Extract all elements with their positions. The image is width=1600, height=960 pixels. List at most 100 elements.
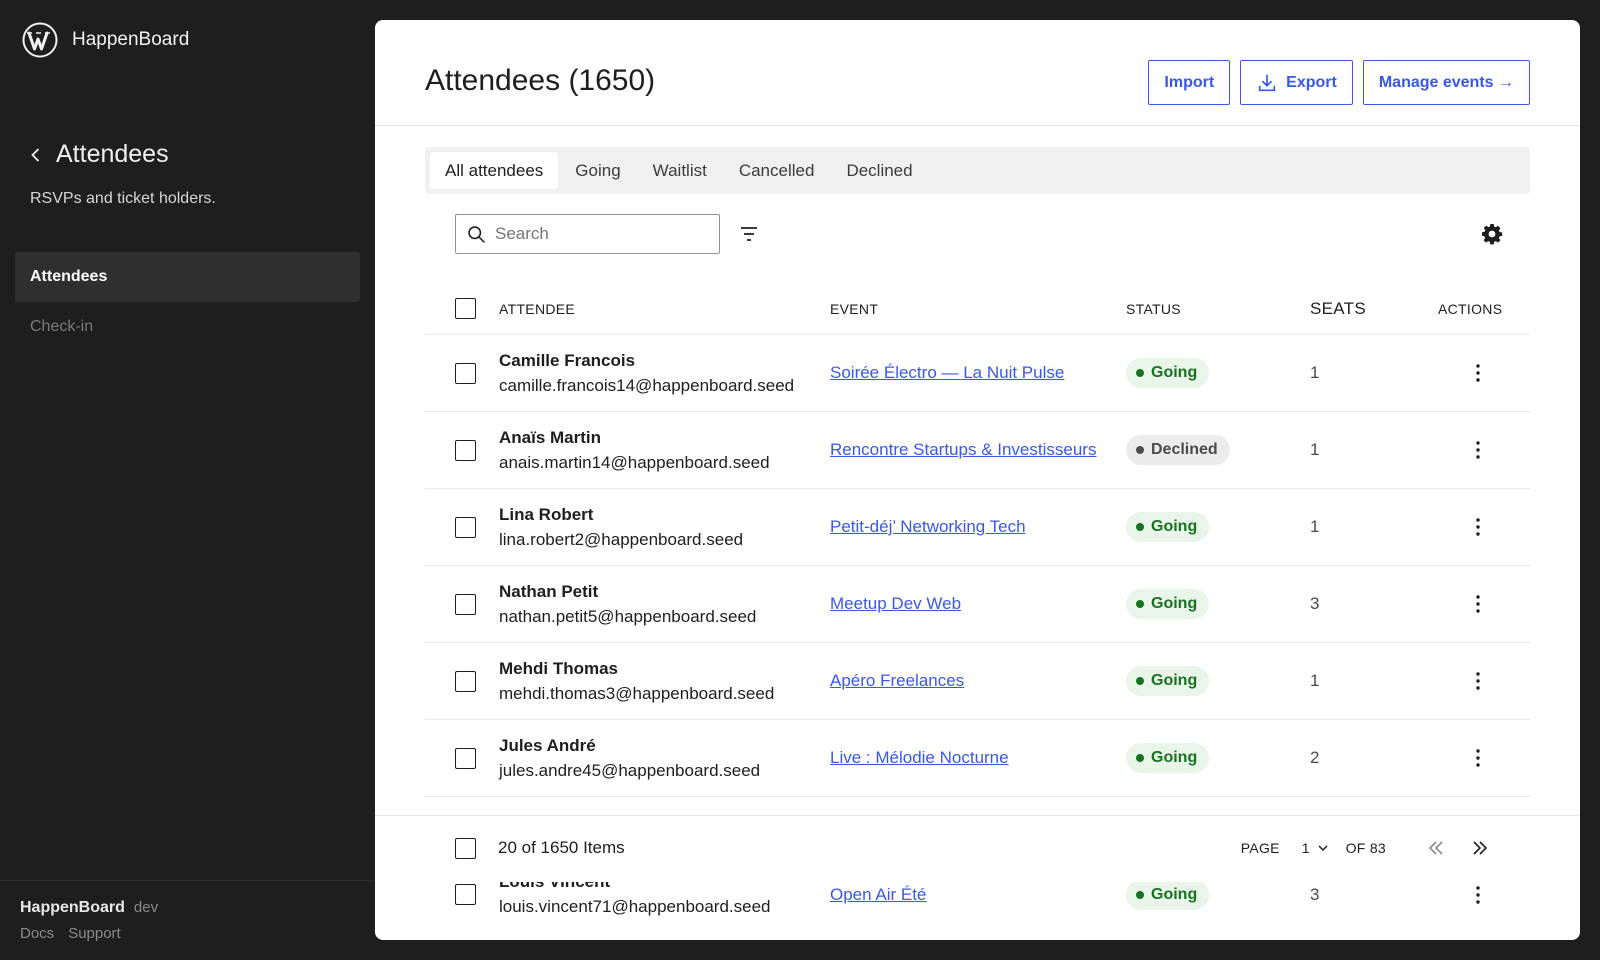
attendee-name: Mehdi Thomas: [499, 658, 619, 678]
brand-name: HappenBoard: [72, 29, 190, 50]
attendee-name: Anaïs Martin: [499, 427, 602, 447]
row-checkbox[interactable]: [455, 362, 476, 384]
footer-brand-name: HappenBoard: [20, 899, 125, 916]
row-checkbox[interactable]: [455, 670, 476, 692]
column-header-event[interactable]: EVENT: [830, 301, 1126, 317]
attendee-email: anais.martin14@happenboard.seed: [499, 452, 770, 472]
event-link[interactable]: Petit-déj’ Networking Tech: [830, 517, 1026, 536]
sidebar: HappenBoard Attendees RSVPs and ticket h…: [0, 0, 375, 960]
table-row: Anaïs Martin anais.martin14@happenboard.…: [425, 412, 1530, 489]
table-header: ATTENDEE EVENT STATUS SEATS ACTIONS: [425, 283, 1530, 335]
brand[interactable]: HappenBoard: [22, 22, 189, 58]
attendee-email: mehdi.thomas3@happenboard.seed: [499, 683, 775, 703]
attendees-table: ATTENDEE EVENT STATUS SEATS ACTIONS Cami…: [425, 283, 1530, 820]
table-row: Louis Vincent louis.vincent71@happenboar…: [425, 882, 1530, 933]
select-page-checkbox[interactable]: [455, 838, 476, 859]
status-dot-icon: [1136, 890, 1144, 899]
status-badge: Going: [1126, 743, 1210, 773]
event-link[interactable]: Meetup Dev Web: [830, 594, 961, 613]
status-cell: Going: [1126, 882, 1310, 910]
more-actions-icon[interactable]: [1466, 515, 1490, 539]
import-label: Import: [1164, 73, 1215, 91]
event-link[interactable]: Live : Mélodie Nocturne: [830, 748, 1009, 767]
wordpress-logo-icon: [22, 22, 58, 58]
tab-going[interactable]: Going: [560, 152, 635, 189]
import-button[interactable]: Import: [1148, 60, 1231, 105]
status-dot-icon: [1136, 446, 1144, 454]
back-button[interactable]: Attendees: [28, 140, 169, 169]
manage-events-button[interactable]: Manage events →: [1362, 60, 1530, 105]
status-dot-icon: [1136, 754, 1144, 762]
column-header-seats[interactable]: SEATS: [1310, 299, 1438, 319]
seats-cell: 1: [1310, 517, 1320, 536]
export-button[interactable]: Export: [1240, 60, 1353, 105]
tab-waitlist[interactable]: Waitlist: [638, 152, 722, 189]
column-header-attendee[interactable]: ATTENDEE: [499, 301, 830, 317]
page-select[interactable]: 1: [1302, 840, 1330, 856]
status-cell: Going: [1126, 743, 1310, 773]
status-badge: Going: [1126, 512, 1210, 542]
filter-icon[interactable]: [737, 222, 761, 246]
event-link[interactable]: Apéro Freelances: [830, 671, 964, 690]
status-badge: Going: [1126, 358, 1210, 388]
tab-cancelled[interactable]: Cancelled: [724, 152, 830, 189]
next-page-icon[interactable]: [1468, 836, 1492, 860]
page-header: Attendees (1650) Import Export Manage ev…: [375, 20, 1580, 126]
row-checkbox[interactable]: [455, 516, 476, 538]
event-link[interactable]: Rencontre Startups & Investisseurs: [830, 440, 1096, 459]
pagination-bar: 20 of 1650 Items PAGE 1 OF 83: [375, 815, 1580, 880]
tab-declined[interactable]: Declined: [831, 152, 927, 189]
export-label: Export: [1286, 73, 1337, 91]
more-actions-icon[interactable]: [1466, 746, 1490, 770]
select-all-checkbox[interactable]: [455, 298, 476, 319]
seats-cell: 1: [1310, 671, 1320, 690]
status-cell: Declined: [1126, 435, 1310, 465]
row-checkbox[interactable]: [455, 593, 476, 615]
items-count: 20 of 1650 Items: [498, 838, 625, 857]
event-cell: Meetup Dev Web: [830, 594, 1126, 614]
tab-all-attendees[interactable]: All attendees: [430, 152, 559, 189]
status-cell: Going: [1126, 589, 1310, 619]
attendee-name: Louis Vincent: [499, 882, 830, 892]
more-actions-icon[interactable]: [1466, 361, 1490, 385]
row-checkbox[interactable]: [455, 747, 476, 769]
attendee-cell: Louis Vincent louis.vincent71@happenboar…: [499, 882, 830, 917]
row-checkbox[interactable]: [455, 884, 476, 905]
more-actions-icon[interactable]: [1466, 883, 1490, 907]
event-cell: Rencontre Startups & Investisseurs: [830, 440, 1126, 460]
docs-link[interactable]: Docs: [20, 925, 54, 942]
first-page-icon[interactable]: [1424, 836, 1448, 860]
sidebar-item-check-in[interactable]: Check-in: [15, 302, 360, 352]
more-actions-icon[interactable]: [1466, 669, 1490, 693]
table-row: Mehdi Thomas mehdi.thomas3@happenboard.s…: [425, 643, 1530, 720]
status-badge: Going: [1126, 882, 1210, 910]
support-link[interactable]: Support: [68, 925, 121, 942]
row-checkbox[interactable]: [455, 439, 476, 461]
event-link[interactable]: Soirée Électro — La Nuit Pulse: [830, 363, 1064, 382]
sidebar-description: RSVPs and ticket holders.: [30, 190, 216, 207]
page-total: OF 83: [1345, 840, 1386, 856]
search-input[interactable]: [495, 224, 695, 244]
attendee-cell: Anaïs Martin anais.martin14@happenboard.…: [499, 428, 830, 473]
sidebar-item-attendees[interactable]: Attendees: [15, 252, 360, 302]
column-header-status[interactable]: STATUS: [1126, 301, 1310, 317]
environment-label: dev: [133, 899, 159, 916]
attendee-name: Nathan Petit: [499, 581, 599, 601]
more-actions-icon[interactable]: [1466, 592, 1490, 616]
event-link[interactable]: Open Air Été: [830, 885, 926, 904]
table-row: Nathan Petit nathan.petit5@happenboard.s…: [425, 566, 1530, 643]
attendee-name: Camille Francois: [499, 350, 636, 370]
settings-gear-icon[interactable]: [1480, 222, 1504, 246]
status-badge: Going: [1126, 589, 1210, 619]
status-label: Declined: [1151, 441, 1218, 458]
status-label: Going: [1151, 749, 1198, 766]
event-cell: Live : Mélodie Nocturne: [830, 748, 1126, 768]
current-page: 1: [1301, 840, 1310, 856]
status-dot-icon: [1136, 369, 1144, 377]
status-tabs: All attendees Going Waitlist Cancelled D…: [425, 147, 1530, 194]
status-label: Going: [1151, 518, 1198, 535]
attendee-cell: Lina Robert lina.robert2@happenboard.see…: [499, 505, 830, 550]
event-cell: Apéro Freelances: [830, 671, 1126, 691]
more-actions-icon[interactable]: [1466, 438, 1490, 462]
seats-cell: 3: [1310, 884, 1320, 904]
